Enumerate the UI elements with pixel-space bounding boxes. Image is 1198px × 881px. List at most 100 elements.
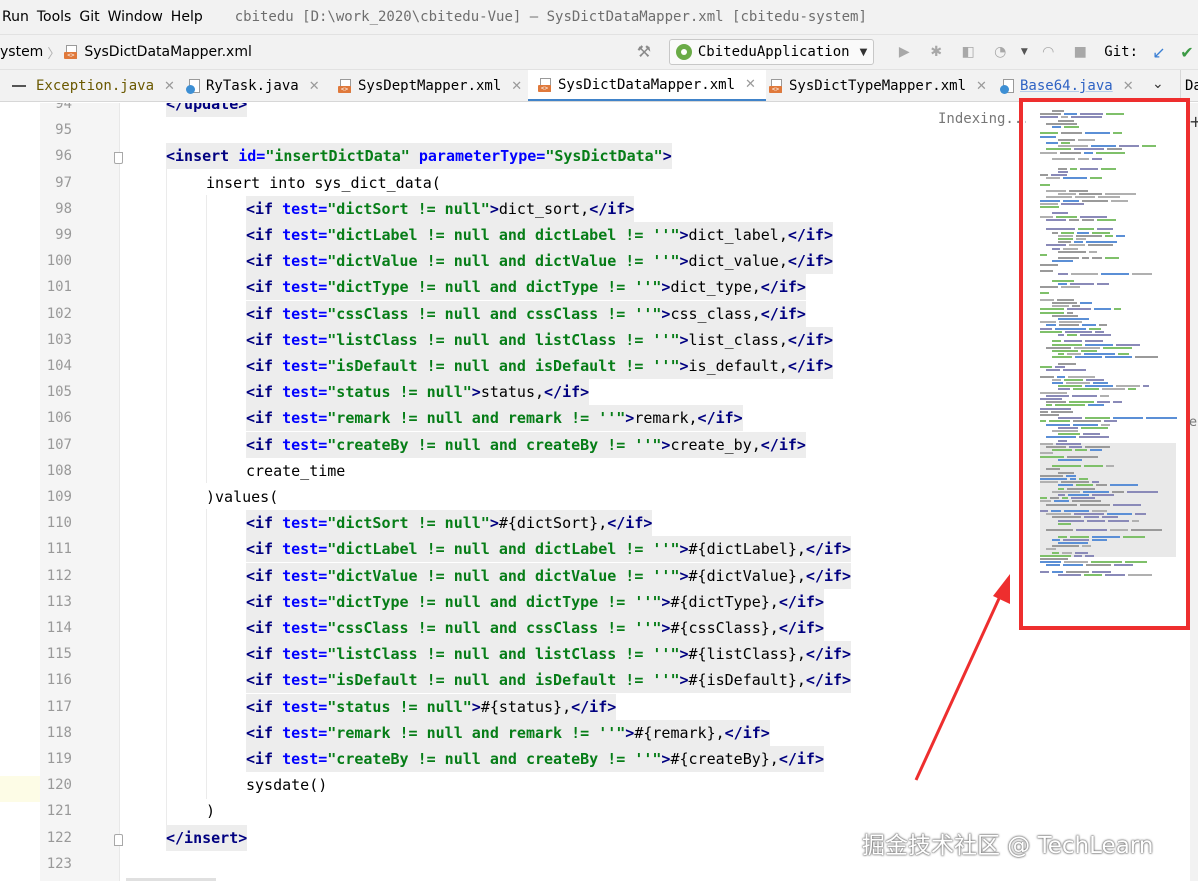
code-line[interactable]: insert into sys_dict_data( bbox=[206, 170, 441, 196]
run-configuration-select[interactable]: CbiteduApplication ▼ bbox=[668, 39, 875, 65]
code-line[interactable]: <if test="dictLabel != null and dictLabe… bbox=[246, 222, 834, 248]
code-line[interactable]: <if test="status != null">#{status},</if… bbox=[246, 693, 617, 720]
code-text: insert into sys_dict_data( bbox=[206, 173, 441, 192]
breadcrumb-module[interactable]: ystem bbox=[0, 44, 43, 60]
line-number: 115 bbox=[46, 646, 72, 663]
code-line[interactable]: <if test="status != null">status,</if> bbox=[246, 379, 590, 406]
close-icon[interactable]: ✕ bbox=[1123, 79, 1134, 94]
code-line[interactable]: <if test="remark != null and remark != '… bbox=[246, 719, 770, 746]
code-line[interactable]: <if test="createBy != null and createBy … bbox=[246, 746, 824, 772]
code-line[interactable]: <if test="dictSort != null">#{dictSort},… bbox=[246, 510, 653, 537]
xml-tag: <if bbox=[246, 409, 283, 428]
fold-icon[interactable] bbox=[114, 152, 123, 164]
line-number: 107 bbox=[46, 436, 72, 453]
close-icon[interactable]: ✕ bbox=[745, 77, 756, 92]
xml-attribute: test= bbox=[282, 750, 328, 768]
tab-label: SysDictDataMapper.xml bbox=[558, 76, 736, 93]
menu-window[interactable]: Window bbox=[106, 9, 169, 25]
debug-icon[interactable]: ✱ bbox=[925, 41, 947, 63]
xml-attribute-value: "dictType != null and dictType != ''" bbox=[327, 592, 662, 611]
xml-tag: <if bbox=[246, 645, 283, 664]
xml-attribute-value: "dictSort != null" bbox=[327, 199, 490, 218]
xml-tag: <if bbox=[246, 750, 283, 768]
code-line[interactable]: <if test="createBy != null and createBy … bbox=[246, 431, 806, 458]
xml-attribute: id= bbox=[238, 147, 266, 166]
code-line[interactable]: </insert> bbox=[166, 824, 248, 851]
collapse-icon[interactable] bbox=[12, 85, 26, 87]
menu-tools[interactable]: Tools bbox=[35, 9, 78, 25]
code-line[interactable]: <if test="remark != null and remark != '… bbox=[246, 405, 743, 432]
code-line[interactable]: <if test="listClass != null and listClas… bbox=[246, 641, 852, 668]
code-line[interactable]: <insert id="insertDictData" parameterTyp… bbox=[166, 143, 672, 170]
xml-tag: </if> bbox=[778, 619, 824, 637]
close-icon[interactable]: ✕ bbox=[309, 79, 320, 94]
tab-rytask-java[interactable]: RyTask.java ✕ bbox=[186, 70, 320, 101]
line-number: 95 bbox=[55, 122, 72, 139]
code-line[interactable]: <if test="listClass != null and listClas… bbox=[246, 326, 834, 353]
stop-icon[interactable]: ■ bbox=[1069, 41, 1091, 63]
code-line[interactable]: create_time bbox=[246, 458, 345, 484]
code-text: #{listClass}, bbox=[688, 645, 806, 664]
code-line[interactable]: <if test="dictType != null and dictType … bbox=[246, 274, 806, 301]
xml-attribute: test= bbox=[282, 357, 328, 375]
xml-tag: <if bbox=[246, 330, 283, 349]
code-editor[interactable]: 94 95 96 97 98 99 100 101 102 103 104 105 106 107 108 1… bbox=[0, 103, 1038, 881]
chevron-down-icon[interactable]: ⌄ bbox=[1152, 76, 1164, 92]
menu-run[interactable]: Run bbox=[0, 9, 35, 25]
gauge-icon[interactable]: ◠ bbox=[1037, 41, 1059, 63]
navigation-bar: ystem 〉 <> SysDictDataMapper.xml ⚒ Cbite… bbox=[0, 34, 1198, 70]
code-line[interactable]: )values( bbox=[206, 484, 278, 510]
xml-attribute-value: "dictType != null and dictType != ''" bbox=[327, 278, 662, 297]
plus-icon[interactable]: + bbox=[1189, 112, 1198, 131]
more-run-options-icon[interactable]: ▼ bbox=[1018, 41, 1030, 63]
code-line[interactable]: <if test="dictValue != null and dictValu… bbox=[246, 562, 852, 589]
breadcrumb-file[interactable]: SysDictDataMapper.xml bbox=[84, 44, 252, 60]
code-text: sysdate() bbox=[246, 776, 328, 795]
code-line[interactable]: <if test="dictLabel != null and dictLabe… bbox=[246, 536, 852, 563]
git-commit-icon[interactable]: ✔ bbox=[1176, 43, 1198, 62]
tab-sysdicttypemapper-xml[interactable]: <> SysDictTypeMapper.xml ✕ bbox=[769, 70, 987, 101]
menu-git[interactable]: Git bbox=[77, 9, 105, 25]
code-line[interactable]: ) bbox=[206, 798, 215, 824]
build-hammer-icon[interactable]: ⚒ bbox=[633, 41, 655, 63]
tab-sysdictdatamapper-xml[interactable]: <> SysDictDataMapper.xml ✕ bbox=[528, 70, 766, 101]
tab-exception-java[interactable]: Exception.java ✕ bbox=[36, 70, 175, 101]
run-icon[interactable]: ▶ bbox=[893, 41, 915, 63]
xml-tag: </if> bbox=[787, 330, 834, 349]
code-line[interactable]: <if test="cssClass != null and cssClass … bbox=[246, 300, 806, 327]
code-text: #{dictType}, bbox=[670, 592, 779, 611]
close-icon[interactable]: ✕ bbox=[164, 79, 175, 94]
xml-tag: <if bbox=[246, 199, 283, 218]
coverage-icon[interactable]: ◧ bbox=[957, 41, 979, 63]
xml-tag: > bbox=[679, 566, 689, 585]
git-update-icon[interactable]: ↙ bbox=[1148, 43, 1170, 62]
code-line[interactable]: <if test="dictValue != null and dictValu… bbox=[246, 248, 834, 275]
tab-label: Base64.java bbox=[1020, 78, 1113, 94]
code-text: is_default, bbox=[688, 357, 788, 375]
xml-attribute: test= bbox=[282, 278, 328, 297]
code-line[interactable]: sysdate() bbox=[246, 772, 327, 798]
menu-help[interactable]: Help bbox=[169, 9, 209, 25]
profile-icon[interactable]: ◔ bbox=[989, 41, 1011, 63]
xml-attribute-value: "remark != null and remark != ''" bbox=[327, 409, 626, 428]
close-icon[interactable]: ✕ bbox=[976, 79, 987, 94]
code-line[interactable]: <if test="dictSort != null">dict_sort,</… bbox=[246, 195, 635, 222]
tab-sysdeptmapper-xml[interactable]: <> SysDeptMapper.xml ✕ bbox=[338, 70, 522, 101]
fold-icon[interactable] bbox=[114, 834, 123, 846]
xml-tag: > bbox=[679, 226, 689, 244]
code-line[interactable]: <if test="isDefault != null and isDefaul… bbox=[246, 667, 852, 694]
close-icon[interactable]: ✕ bbox=[511, 79, 522, 94]
line-number: 112 bbox=[46, 567, 72, 584]
code-line[interactable]: <if test="dictType != null and dictType … bbox=[246, 588, 824, 615]
xml-attribute: test= bbox=[282, 330, 328, 349]
code-line[interactable]: <if test="cssClass != null and cssClass … bbox=[246, 615, 824, 641]
code-line[interactable]: </update> bbox=[166, 103, 248, 117]
xml-attribute-value: "SysDictData" bbox=[545, 147, 663, 166]
xml-tag: <if bbox=[246, 540, 283, 559]
line-number: 104 bbox=[46, 358, 72, 374]
code-line[interactable]: <if test="isDefault != null and isDefaul… bbox=[246, 353, 834, 379]
xml-attribute: test= bbox=[282, 199, 328, 218]
xml-tag: > bbox=[625, 409, 635, 428]
xml-tag: </if> bbox=[760, 435, 806, 454]
xml-tag: </insert> bbox=[166, 828, 248, 847]
